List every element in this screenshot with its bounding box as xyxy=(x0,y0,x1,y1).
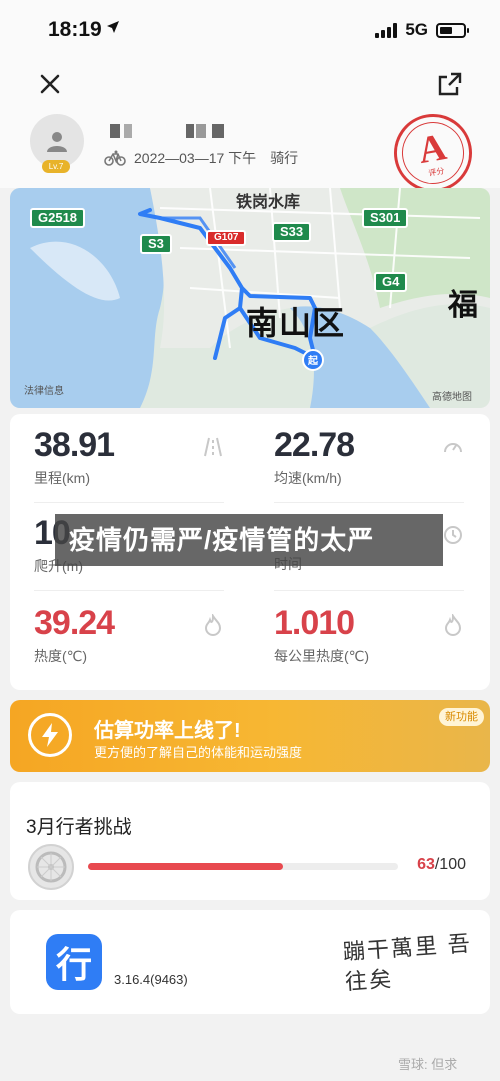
username-redacted xyxy=(124,124,132,138)
promo-subtitle: 更方便的了解自己的体能和运动强度 xyxy=(94,745,303,760)
status-time: 18:19 xyxy=(48,18,102,41)
divider xyxy=(274,590,464,591)
username-redacted xyxy=(110,124,120,138)
map-district-label: 南山区 xyxy=(246,305,346,341)
app-logo: 行 xyxy=(46,934,102,990)
speedometer-icon xyxy=(444,443,462,453)
map-town-label: 铁岗水库 xyxy=(236,194,301,211)
divider xyxy=(274,502,464,503)
close-icon xyxy=(40,74,60,94)
stat-heat-label: 热度(℃) xyxy=(34,648,88,664)
challenge-progress xyxy=(88,863,398,870)
lightning-icon xyxy=(28,713,72,757)
ride-header: Lv.7 2022—03—17 下午 骑行 A 评分 xyxy=(0,107,500,199)
road-badge: G107 xyxy=(206,230,247,246)
road-badge: S301 xyxy=(362,208,409,228)
battery-icon xyxy=(436,22,469,38)
status-indicators: 5G xyxy=(375,20,469,40)
stat-avg-speed-label: 均速(km/h) xyxy=(274,470,342,486)
level-badge: Lv.7 xyxy=(42,160,70,173)
map-provider: 高德地图 xyxy=(432,392,472,403)
overlay-caption: 疫情仍需严/疫情管的太严 xyxy=(55,514,443,566)
app-version: 3.16.4(9463) xyxy=(114,972,188,987)
ride-date: 2022—03—17 下午 xyxy=(134,150,257,166)
username-redacted xyxy=(196,124,206,138)
stat-distance-label: 里程(km) xyxy=(34,470,90,486)
challenge-total: /100 xyxy=(434,856,466,873)
road-badge: S3 xyxy=(140,234,172,254)
challenge-progress-fill xyxy=(88,863,284,870)
top-bar xyxy=(0,60,500,108)
share-icon xyxy=(438,72,462,96)
network-type: 5G xyxy=(405,20,428,39)
calligraphy-slogan: 蹦干萬里 吾往矣 xyxy=(342,931,473,996)
road-badge: G2518 xyxy=(30,208,86,228)
share-button[interactable] xyxy=(432,66,468,102)
close-button[interactable] xyxy=(32,66,68,102)
road-badge: G4 xyxy=(374,272,408,292)
user-icon xyxy=(47,132,67,152)
map-city-label: 福 xyxy=(448,289,478,322)
bike-icon xyxy=(104,150,126,166)
challenge-card[interactable]: 3月行者挑战 63/100 xyxy=(10,782,490,900)
flame-icon xyxy=(204,614,222,636)
start-marker: 起 xyxy=(308,356,318,367)
road-icon xyxy=(204,437,222,457)
ride-meta: 2022—03—17 下午 骑行 xyxy=(104,148,298,168)
clock-icon xyxy=(444,526,462,544)
grade-stamp: A 评分 xyxy=(387,107,479,199)
status-bar: 18:19 5G xyxy=(0,0,500,60)
route-map[interactable]: 铁岗水库 G2518 G107 S33 S301 S3 G4 南山区 福 起 法… xyxy=(10,188,490,408)
challenge-title: 3月行者挑战 xyxy=(26,817,132,838)
signal-icon xyxy=(375,22,398,38)
ride-type: 骑行 xyxy=(270,150,299,166)
power-estimate-banner[interactable]: 估算功率上线了! 更方便的了解自己的体能和运动强度 新功能 xyxy=(10,700,490,772)
challenge-progress-text: 63/100 xyxy=(417,856,466,874)
divider xyxy=(34,502,224,503)
username-redacted xyxy=(212,124,224,138)
location-arrow-icon xyxy=(106,20,120,39)
challenge-current: 63 xyxy=(417,856,435,873)
promo-title: 估算功率上线了! xyxy=(94,720,241,742)
legal-info-link[interactable]: 法律信息 xyxy=(24,382,64,397)
watermark: 雪球: 但求 xyxy=(398,1057,458,1072)
flame-icon xyxy=(444,614,462,636)
username-redacted xyxy=(186,124,194,138)
footer-card: 行 3.16.4(9463) 蹦干萬里 吾往矣 xyxy=(10,910,490,1014)
stat-heat-per-km-label: 每公里热度(℃) xyxy=(274,648,370,664)
divider xyxy=(34,590,224,591)
wheel-icon xyxy=(28,844,74,890)
new-feature-badge: 新功能 xyxy=(439,708,484,726)
road-badge: S33 xyxy=(272,222,312,242)
